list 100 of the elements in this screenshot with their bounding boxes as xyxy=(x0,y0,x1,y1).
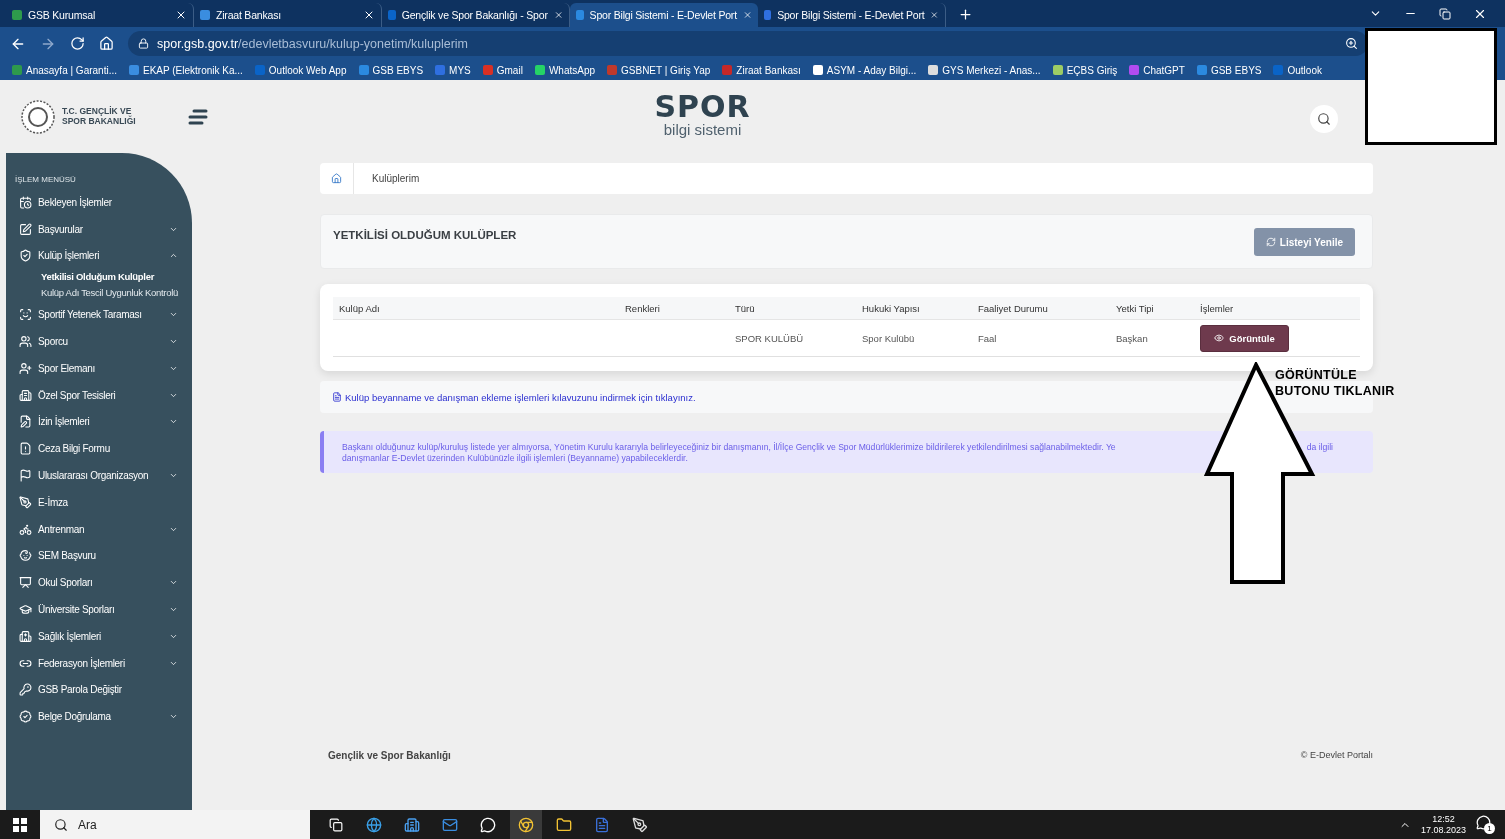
badge-check-icon xyxy=(19,710,32,724)
menu-icon[interactable] xyxy=(188,108,208,125)
search-icon xyxy=(54,817,68,832)
sidebar-item[interactable]: Üniversite Sporları xyxy=(15,596,192,623)
column-header: Kulüp Adı xyxy=(333,297,619,320)
chevron-down-icon xyxy=(169,471,178,480)
footer-text: Gençlik ve Spor Bakanlığı xyxy=(328,750,451,763)
bookmark-link[interactable]: GSBNET | Giriş Yap xyxy=(607,64,711,76)
sidebar-item[interactable]: Federasyon İşlemleri xyxy=(15,649,192,677)
bookmark-link[interactable]: EKAP (Elektronik Ka... xyxy=(129,64,243,76)
column-header: Hukuki Yapısı xyxy=(856,297,972,320)
sidebar-item[interactable]: E-İmza xyxy=(15,488,192,516)
bookmark-link[interactable]: GSB EBYS xyxy=(1196,64,1262,76)
sidebar-item[interactable]: Bekleyen İşlemler xyxy=(15,189,192,216)
bookmark-link[interactable]: WhatsApp xyxy=(534,64,595,76)
favicon-icon xyxy=(576,10,584,20)
flag-icon xyxy=(19,469,32,482)
users-icon xyxy=(19,335,32,348)
pen-icon xyxy=(19,495,32,509)
bookmark-link[interactable]: Anasayfa | Garanti... xyxy=(12,64,117,76)
favicon-icon xyxy=(200,10,210,20)
bookmark-link[interactable]: Outlook xyxy=(1273,64,1322,76)
restore-icon[interactable] xyxy=(1439,7,1451,20)
browser-tab[interactable]: Spor Bilgi Sistemi - E-Devlet Port xyxy=(570,3,758,27)
search-icon xyxy=(1317,112,1331,126)
sidebar-item[interactable]: İzin İşlemleri xyxy=(15,408,192,436)
windows-logo-icon xyxy=(13,817,27,832)
search-button[interactable] xyxy=(1310,105,1338,133)
eye-icon xyxy=(1214,333,1225,343)
sidebar-item[interactable]: GSB Parola Değiştir xyxy=(15,676,192,704)
graduation-cap-icon xyxy=(19,603,32,616)
emblem-icon xyxy=(20,98,56,135)
sidebar-item[interactable]: Okul Sporları xyxy=(15,569,192,597)
bookmark-link[interactable]: MYS xyxy=(435,64,471,76)
annotation-text: BUTONU TIKLANIR xyxy=(1275,383,1395,400)
column-header: Türü xyxy=(729,297,856,320)
pdf-file-icon xyxy=(332,392,342,402)
refresh-icon xyxy=(1265,237,1276,247)
bookmark-link[interactable]: GYS Merkezi - Anas... xyxy=(928,64,1041,76)
table-cell: SPOR KULÜBÜ xyxy=(735,332,804,344)
brand-logo: SPOR xyxy=(654,92,751,122)
clock[interactable]: 12:52 17.08.2023 xyxy=(1420,814,1466,835)
close-icon[interactable] xyxy=(175,9,187,21)
column-header: Yetki Tipi xyxy=(1110,297,1194,320)
note-icon xyxy=(19,222,32,236)
bookmark-link[interactable]: GSB EBYS xyxy=(358,64,424,76)
building-icon xyxy=(19,388,32,402)
favicon-icon xyxy=(764,10,772,20)
sidebar-item[interactable]: Başvurular xyxy=(15,215,192,243)
sidebar-item[interactable]: Belge Doğrulama xyxy=(15,703,192,731)
face-scan-icon xyxy=(19,308,32,322)
sidebar-item[interactable]: SEM Başvuru xyxy=(15,542,192,570)
sidebar-item[interactable]: Spor Elemanı xyxy=(15,354,192,382)
copyright-text: © E-Devlet Portalı xyxy=(1300,750,1373,762)
sidebar-item[interactable]: Özel Spor Tesisleri xyxy=(15,381,192,409)
sidebar-item[interactable]: Antrenman xyxy=(15,515,192,543)
shield-check-icon xyxy=(19,249,32,263)
reload-icon[interactable] xyxy=(70,36,85,51)
new-tab-icon[interactable] xyxy=(958,7,973,22)
bookmark-link[interactable]: Outlook Web App xyxy=(254,64,347,76)
column-header: Renkleri xyxy=(619,297,729,320)
sidebar-item[interactable]: Ceza Bilgi Formu xyxy=(15,435,192,463)
table-cell: Spor Kulübü xyxy=(862,332,915,344)
bookmark-link[interactable]: Ziraat Bankası xyxy=(722,64,801,76)
sidebar-item[interactable]: Uluslararası Organizasyon xyxy=(15,462,192,489)
sidebar-item[interactable]: Kulüp İşlemleri xyxy=(15,242,192,270)
hospital-icon xyxy=(19,629,32,643)
bookmark-link[interactable]: ASYM - Aday Bilgi... xyxy=(812,64,917,76)
sidebar-item[interactable]: Sportif Yetenek Taraması xyxy=(15,301,192,329)
organization-name: T.C. GENÇLİK VE SPOR BAKANLIĞI xyxy=(62,106,136,127)
sidebar-subitem[interactable]: Yetkilisi Olduğum Kulüpler xyxy=(15,269,185,286)
zoom-icon[interactable] xyxy=(1345,37,1358,50)
column-header: Faaliyet Durumu xyxy=(972,297,1110,320)
browser-icon[interactable] xyxy=(510,810,542,839)
download-link[interactable]: Kulüp beyanname ve danışman ekleme işlemleri kılavuzunu indirmek için tıklayınız. xyxy=(345,391,696,403)
bookmark-link[interactable]: ChatGPT xyxy=(1129,64,1185,76)
column-header: İşlemler xyxy=(1194,297,1360,320)
bicycle-icon xyxy=(19,522,32,536)
key-icon xyxy=(19,683,32,697)
favicon-icon xyxy=(12,10,22,20)
sidebar-item[interactable]: Sağlık İşlemleri xyxy=(15,622,192,650)
sidebar-subitem[interactable]: Kulüp Adı Tescil Uygunluk Kontrolü xyxy=(15,285,185,302)
breadcrumb-item: Kulüplerim xyxy=(372,173,420,184)
bookmark-link[interactable]: EÇBS Giriş xyxy=(1052,64,1118,76)
address-field[interactable]: spor.gsb.gov.tr/edevletbasvuru/kulup-yonetim/kuluplerim xyxy=(128,31,1368,56)
sidebar-item[interactable]: Sporcu xyxy=(15,328,192,355)
table-cell: Başkan xyxy=(1116,332,1148,344)
notice-text: danışmanlar E-Devlet üzerinden Kulübünüzle ilgili işlemleri (Beyanname) yapabileceklerdir. xyxy=(342,452,688,464)
lock-icon xyxy=(138,38,149,49)
user-plus-icon xyxy=(19,361,32,375)
view-button[interactable]: Görüntüle xyxy=(1200,324,1289,352)
home-icon[interactable] xyxy=(331,173,342,184)
taskbar-search-field[interactable]: Ara xyxy=(40,810,310,839)
bookmark-link[interactable]: Gmail xyxy=(482,64,523,76)
sidebar-heading: İŞLEM MENÜSÜ xyxy=(15,175,77,184)
table-cell: Faal xyxy=(978,332,997,344)
annotation-text: GÖRÜNTÜLE xyxy=(1275,367,1358,384)
notice-text: da ilgili xyxy=(1306,442,1333,453)
board-icon xyxy=(19,576,32,590)
close-icon[interactable] xyxy=(363,9,375,21)
